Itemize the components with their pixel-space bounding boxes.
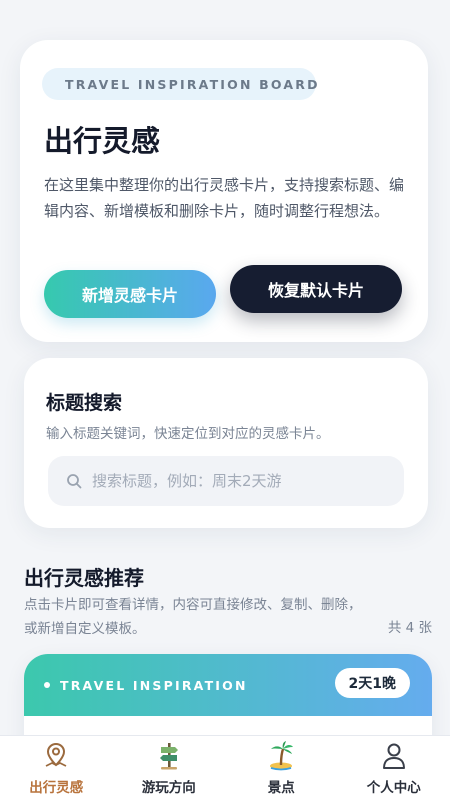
- inspiration-card-header: TRAVEL INSPIRATION 2天1晚: [24, 654, 432, 716]
- page-title: 出行灵感: [44, 124, 161, 158]
- search-card: 标题搜索 输入标题关键词，快速定位到对应的灵感卡片。: [24, 358, 428, 528]
- add-card-button[interactable]: 新增灵感卡片: [44, 270, 216, 318]
- card-count: 共 4 张: [387, 620, 432, 636]
- tab-label: 出行灵感: [29, 780, 84, 796]
- card-header-dot: [44, 682, 50, 688]
- section-description: 点击卡片即可查看详情，内容可直接修改、复制、删除，或新增自定义模板。: [24, 597, 362, 637]
- search-input[interactable]: [92, 472, 382, 490]
- tab-profile[interactable]: 个人中心: [339, 740, 449, 796]
- tab-label: 个人中心: [366, 780, 421, 796]
- tab-label: 景点: [267, 780, 295, 796]
- signpost-icon: [159, 743, 178, 770]
- inspiration-card[interactable]: TRAVEL INSPIRATION 2天1晚: [24, 654, 432, 735]
- tab-directions[interactable]: 游玩方向: [114, 740, 224, 796]
- palm-tree-icon: [270, 741, 294, 771]
- inspiration-card-label: TRAVEL INSPIRATION: [60, 677, 248, 693]
- hero-badge-label: TRAVEL INSPIRATION BOARD: [65, 76, 320, 92]
- bottom-tab-bar: 出行灵感 游玩方向 景点 个人中心: [0, 735, 450, 800]
- tab-inspiration[interactable]: 出行灵感: [1, 740, 111, 796]
- hero-card: TRAVEL INSPIRATION BOARD 出行灵感 在这里集中整理你的出…: [20, 40, 428, 342]
- user-icon: [382, 743, 405, 769]
- search-box[interactable]: [48, 456, 404, 506]
- map-pin-icon: [45, 742, 67, 767]
- reset-cards-button[interactable]: 恢复默认卡片: [230, 265, 402, 313]
- duration-badge: 2天1晚: [334, 668, 410, 698]
- hero-description: 在这里集中整理你的出行灵感卡片，支持搜索标题、编辑内容、新增模板和删除卡片，随时…: [44, 176, 405, 220]
- hero-badge: TRAVEL INSPIRATION BOARD: [42, 68, 317, 100]
- search-title: 标题搜索: [46, 392, 123, 414]
- search-subtitle: 输入标题关键词，快速定位到对应的灵感卡片。: [46, 426, 330, 442]
- main-content: TRAVEL INSPIRATION BOARD 出行灵感 在这里集中整理你的出…: [0, 0, 450, 735]
- section-title: 出行灵感推荐: [24, 566, 144, 590]
- search-icon: [67, 474, 82, 489]
- tab-label: 游玩方向: [141, 780, 196, 796]
- tab-attractions[interactable]: 景点: [226, 740, 336, 796]
